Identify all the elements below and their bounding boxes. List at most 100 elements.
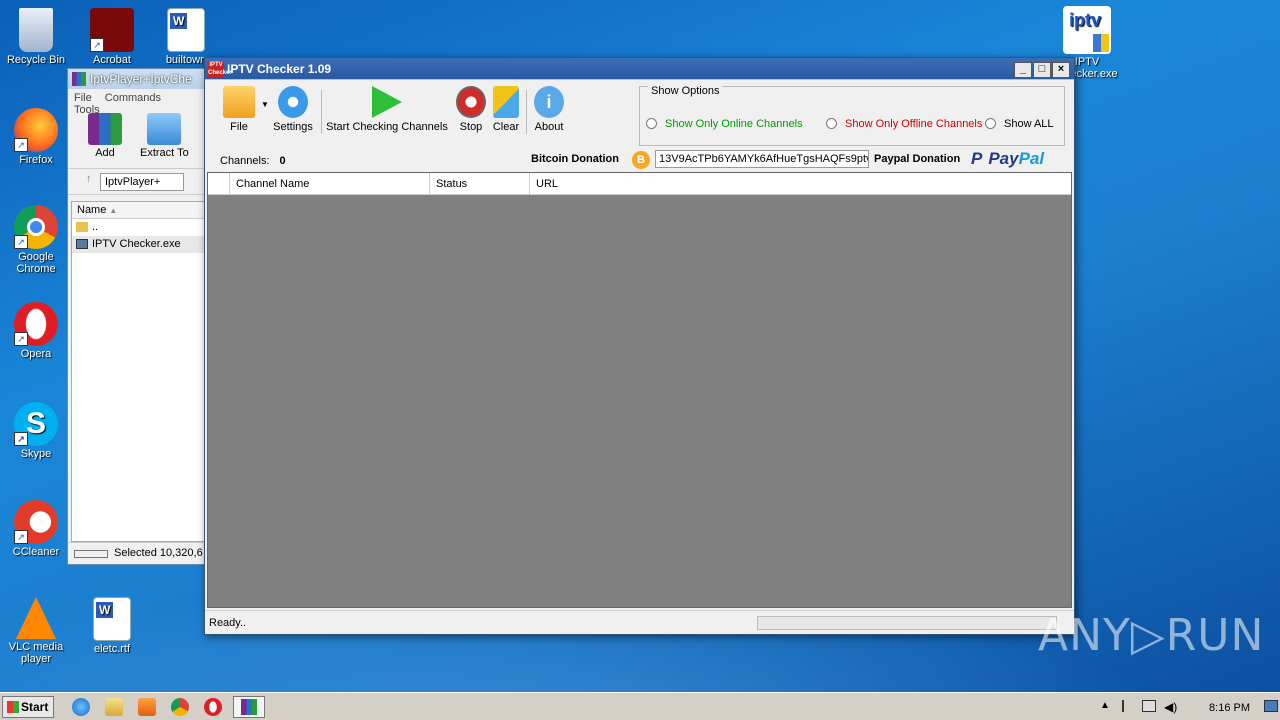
up-arrow-icon[interactable]: ↑	[86, 173, 92, 185]
iptv-titlebar[interactable]: IPTV Checker IPTV Checker 1.09 _ □ ×	[205, 58, 1074, 80]
volume-icon[interactable]: ◀)	[1164, 700, 1177, 714]
opera-icon[interactable]	[204, 698, 222, 716]
clear-button[interactable]: Clear	[491, 86, 521, 133]
desktop-icon-firefox[interactable]: ↗ Firefox	[0, 108, 72, 166]
network-icon[interactable]	[1142, 700, 1156, 712]
show-options-group: Show Options Show Only Online Channels S…	[639, 85, 1065, 146]
window-title: IPTV Checker 1.09	[227, 62, 332, 76]
radio-offline-only[interactable]: Show Only Offline Channels	[826, 118, 982, 130]
desktop-icon-vlc[interactable]: VLC media player	[0, 597, 72, 665]
file-button[interactable]: File ▼	[219, 86, 269, 133]
column-status[interactable]: Status	[430, 173, 530, 195]
maximize-button[interactable]: □	[1033, 62, 1051, 78]
minimize-button[interactable]: _	[1014, 62, 1032, 78]
desktop-icon-chrome[interactable]: ↗ Google Chrome	[0, 205, 72, 275]
address-field[interactable]: IptvPlayer+	[100, 173, 184, 191]
start-button[interactable]: Start	[2, 696, 54, 718]
add-archive-icon	[88, 113, 122, 145]
column-url[interactable]: URL	[530, 173, 690, 195]
column-name-header[interactable]: Name ▲	[72, 202, 205, 219]
vlc-icon	[16, 597, 56, 639]
online-label: Show Only Online Channels	[665, 118, 803, 130]
winrar-app-icon	[72, 72, 86, 86]
stop-icon	[456, 86, 486, 118]
broom-icon	[493, 86, 519, 118]
winrar-title: IptvPlayer+IptvChe	[90, 72, 192, 86]
word-doc-icon: W	[167, 8, 205, 52]
chrome-icon[interactable]	[171, 698, 189, 716]
menu-file[interactable]: File	[74, 92, 92, 104]
settings-button[interactable]: Settings	[271, 86, 315, 133]
window-controls: _ □ ×	[1013, 61, 1070, 78]
explorer-folder-icon[interactable]	[105, 698, 123, 716]
winrar-titlebar[interactable]: IptvPlayer+IptvChe	[68, 69, 206, 89]
iptv-toolbar: File ▼ Settings Start Checking Channels …	[209, 82, 639, 138]
chevron-down-icon: ▼	[261, 100, 269, 109]
about-button[interactable]: i About	[531, 86, 567, 133]
taskbar: Start ▲ ◀) 8:16 PM	[0, 692, 1280, 720]
paypal-donation-label: Paypal Donation	[874, 153, 961, 165]
word-doc-icon: W	[93, 597, 131, 641]
list-item[interactable]: IPTV Checker.exe	[72, 236, 205, 253]
add-button[interactable]: Add	[88, 113, 122, 159]
radio-circle-icon	[646, 118, 657, 129]
winrar-window[interactable]: IptvPlayer+IptvChe File Commands Tools A…	[67, 68, 207, 565]
extract-folder-icon	[147, 113, 182, 145]
media-player-icon[interactable]	[138, 698, 156, 716]
show-options-legend: Show Options	[648, 85, 723, 97]
bitcoin-address-field[interactable]: 13V9AcTPb6YAMYk6AfHueTgsHAQFs9ptv	[655, 150, 869, 168]
exe-file-icon	[76, 239, 88, 249]
desktop-icon-acrobat[interactable]: ↗ Acrobat	[76, 8, 148, 66]
paypal-logo[interactable]: P PayPal	[971, 149, 1044, 169]
iptv-exe-icon: iptv	[1063, 6, 1111, 54]
clock[interactable]: 8:16 PM	[1209, 702, 1250, 714]
play-icon	[372, 86, 402, 118]
start-checking-button[interactable]: Start Checking Channels	[326, 86, 448, 133]
close-button[interactable]: ×	[1052, 62, 1070, 78]
radio-circle-icon	[826, 118, 837, 129]
sort-up-icon: ▲	[109, 206, 118, 215]
radio-show-all[interactable]: Show ALL	[985, 118, 1054, 130]
action-center-flag-icon[interactable]	[1122, 700, 1134, 712]
desktop-icon-skype[interactable]: S ↗ Skype	[0, 402, 72, 460]
ccleaner-icon: ↗	[14, 500, 58, 544]
paypal-p-icon: P	[971, 149, 983, 168]
extract-to-button[interactable]: Extract To	[140, 113, 189, 159]
iptv-checker-window[interactable]: IPTV Checker IPTV Checker 1.09 _ □ × File …	[204, 57, 1075, 635]
channels-counter: Channels: 0	[220, 155, 286, 167]
toolbar-separator	[321, 90, 322, 134]
bitcoin-donation-label: Bitcoin Donation	[531, 153, 619, 165]
winrar-file-list[interactable]: Name ▲ .. IPTV Checker.exe	[71, 201, 206, 542]
menu-commands[interactable]: Commands	[105, 92, 161, 104]
anyrun-watermark: ANY▷RUN	[1038, 610, 1265, 661]
winrar-menubar: File Commands Tools	[68, 89, 206, 116]
radio-online-only[interactable]: Show Only Online Channels	[646, 118, 803, 130]
windows-flag-icon	[7, 701, 19, 713]
iptv-app-icon: IPTV Checker	[208, 61, 232, 77]
channels-count: 0	[279, 155, 286, 167]
ie-icon[interactable]	[72, 698, 90, 716]
settings-icon	[278, 86, 308, 118]
taskbar-winrar-button[interactable]	[233, 696, 265, 718]
info-icon: i	[534, 86, 564, 118]
show-desktop-icon[interactable]	[1264, 700, 1278, 712]
stop-button[interactable]: Stop	[453, 86, 489, 133]
radio-circle-icon	[985, 118, 996, 129]
desktop-icon-eletc[interactable]: W eletc.rtf	[76, 597, 148, 655]
toolbar-separator	[526, 90, 527, 134]
list-item[interactable]: ..	[72, 219, 205, 236]
acrobat-icon: ↗	[90, 8, 134, 52]
desktop-icon-ccleaner[interactable]: ↗ CCleaner	[0, 500, 72, 558]
chrome-icon: ↗	[14, 205, 58, 249]
desktop-icon-recycle-bin[interactable]: Recycle Bin	[0, 8, 72, 66]
progress-bar	[757, 616, 1057, 630]
row-selector-header	[208, 173, 230, 195]
bitcoin-icon: B	[632, 151, 650, 169]
firefox-icon: ↗	[14, 108, 58, 152]
status-text: Ready..	[209, 617, 247, 629]
show-hidden-icons-icon[interactable]: ▲	[1100, 700, 1110, 711]
desktop-icon-opera[interactable]: ↗ Opera	[0, 302, 72, 360]
folder-icon	[223, 86, 255, 118]
channels-grid[interactable]: Channel Name Status URL	[207, 172, 1072, 608]
column-channel-name[interactable]: Channel Name	[230, 173, 430, 195]
